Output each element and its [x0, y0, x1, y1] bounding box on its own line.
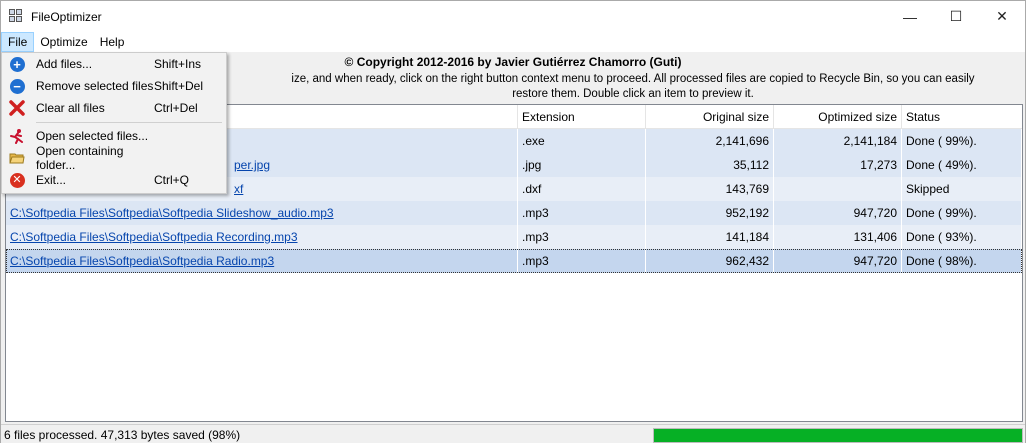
status-cell: Done ( 49%).: [902, 153, 1022, 177]
optimized-size-cell: 947,720: [774, 249, 902, 273]
run-icon: [8, 127, 26, 145]
menu-item-add-files[interactable]: + Add files... Shift+Ins: [2, 53, 226, 75]
progress-fill: [654, 429, 1022, 442]
extension-cell: .jpg: [518, 153, 646, 177]
plus-circle-icon: +: [8, 55, 26, 73]
app-icon: [9, 8, 25, 25]
file-path-cell[interactable]: C:\Softpedia Files\Softpedia\Softpedia R…: [6, 249, 518, 273]
menu-file[interactable]: File: [1, 32, 35, 52]
original-size-cell: 35,112: [646, 153, 774, 177]
file-path-cell[interactable]: C:\Softpedia Files\Softpedia\Softpedia S…: [6, 201, 518, 225]
window-controls: — ☐ ✕: [887, 1, 1025, 32]
menu-item-label: Open containing folder...: [36, 144, 124, 172]
folder-icon: [8, 149, 26, 167]
file-path-cell[interactable]: C:\Softpedia Files\Softpedia\Softpedia R…: [6, 225, 518, 249]
extension-cell: .mp3: [518, 225, 646, 249]
status-cell: Skipped: [902, 177, 1022, 201]
optimized-size-cell: [774, 177, 902, 201]
optimized-size-cell: 131,406: [774, 225, 902, 249]
status-bar: 6 files processed. 47,313 bytes saved (9…: [1, 424, 1025, 443]
status-cell: Done ( 99%).: [902, 129, 1022, 153]
title-bar: FileOptimizer — ☐ ✕: [1, 1, 1025, 32]
column-header-original-size[interactable]: Original size: [646, 105, 774, 129]
menu-optimize[interactable]: Optimize: [34, 32, 93, 52]
original-size-cell: 2,141,696: [646, 129, 774, 153]
red-x-icon: [8, 99, 26, 117]
menu-item-shortcut: Shift+Ins: [154, 57, 202, 71]
table-row[interactable]: C:\Softpedia Files\Softpedia\Softpedia S…: [6, 201, 1022, 225]
menu-bar: File Optimize Help: [1, 32, 1025, 52]
status-cell: Done ( 99%).: [902, 201, 1022, 225]
instructions-text: ize, and when ready, click on the right …: [291, 73, 975, 100]
optimized-size-cell: 947,720: [774, 201, 902, 225]
extension-cell: .exe: [518, 129, 646, 153]
menu-item-shortcut: Ctrl+Q: [154, 173, 190, 187]
extension-cell: .mp3: [518, 249, 646, 273]
original-size-cell: 952,192: [646, 201, 774, 225]
minus-circle-icon: −: [8, 77, 26, 95]
column-header-optimized-size[interactable]: Optimized size: [774, 105, 902, 129]
menu-item-label: Exit...: [36, 173, 67, 187]
optimized-size-cell: 17,273: [774, 153, 902, 177]
maximize-button[interactable]: ☐: [933, 1, 979, 32]
status-text: 6 files processed. 47,313 bytes saved (9…: [4, 427, 241, 442]
progress-bar: [653, 428, 1023, 443]
extension-cell: .dxf: [518, 177, 646, 201]
menu-item-label: Add files...: [36, 57, 93, 71]
file-menu-dropdown: + Add files... Shift+Ins − Remove select…: [1, 52, 227, 194]
menu-item-exit[interactable]: ✕ Exit... Ctrl+Q: [2, 169, 226, 191]
menu-item-remove-selected[interactable]: − Remove selected files Shift+Del: [2, 75, 226, 97]
menu-item-label: Clear all files: [36, 101, 105, 115]
exit-icon: ✕: [8, 171, 26, 189]
table-row[interactable]: C:\Softpedia Files\Softpedia\Softpedia R…: [6, 225, 1022, 249]
status-cell: Done ( 98%).: [902, 249, 1022, 273]
minimize-button[interactable]: —: [887, 1, 933, 32]
original-size-cell: 962,432: [646, 249, 774, 273]
column-header-extension[interactable]: Extension: [518, 105, 646, 129]
menu-item-shortcut: Ctrl+Del: [154, 101, 198, 115]
table-row-selected[interactable]: C:\Softpedia Files\Softpedia\Softpedia R…: [6, 249, 1022, 273]
status-cell: Done ( 93%).: [902, 225, 1022, 249]
column-header-status[interactable]: Status: [902, 105, 1022, 129]
original-size-cell: 141,184: [646, 225, 774, 249]
menu-item-open-folder[interactable]: Open containing folder...: [2, 144, 226, 172]
menu-item-label: Open selected files...: [36, 129, 149, 143]
extension-cell: .mp3: [518, 201, 646, 225]
menu-help[interactable]: Help: [94, 32, 131, 52]
optimized-size-cell: 2,141,184: [774, 129, 902, 153]
menu-item-clear-all[interactable]: Clear all files Ctrl+Del: [2, 97, 226, 119]
window-title: FileOptimizer: [31, 9, 102, 24]
menu-item-label: Remove selected files: [36, 79, 154, 93]
menu-item-shortcut: Shift+Del: [154, 79, 204, 93]
original-size-cell: 143,769: [646, 177, 774, 201]
app-window: FileOptimizer — ☐ ✕ File Optimize Help ©…: [0, 0, 1026, 443]
close-button[interactable]: ✕: [979, 1, 1025, 32]
